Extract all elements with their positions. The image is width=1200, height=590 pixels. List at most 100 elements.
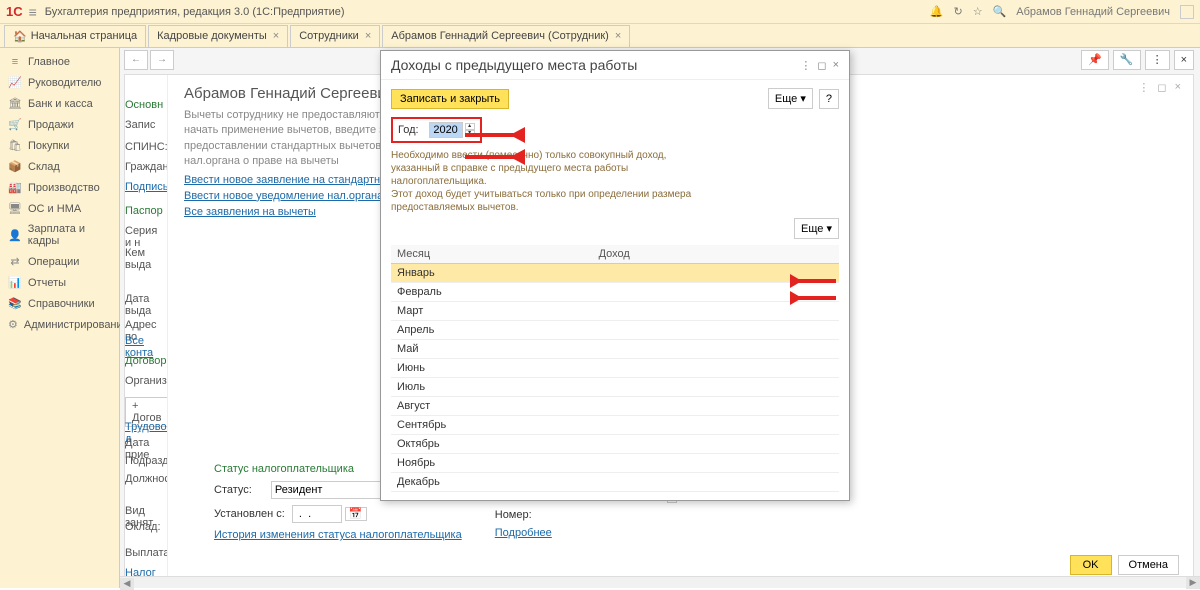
table-row[interactable]: Январь — [391, 264, 839, 283]
income-cell[interactable] — [593, 359, 839, 378]
history-icon[interactable]: ↻ — [953, 5, 962, 18]
sidebar-item[interactable]: ⚙Администрирование — [0, 314, 119, 335]
close-icon[interactable]: × — [365, 30, 371, 42]
table-row[interactable]: Ноябрь — [391, 454, 839, 473]
ok-button[interactable]: OK — [1070, 555, 1112, 575]
kebab-icon[interactable]: ⋮ — [1138, 81, 1149, 94]
user-name[interactable]: Абрамов Геннадий Сергеевич — [1016, 6, 1170, 18]
table-row[interactable]: Декабрь — [391, 473, 839, 492]
month-cell: Август — [391, 397, 593, 416]
label-org: Организа — [125, 375, 173, 387]
income-cell[interactable] — [593, 416, 839, 435]
close-icon[interactable]: × — [615, 30, 621, 42]
nav-label: ОС и НМА — [28, 203, 81, 215]
nav-label: Администрирование — [24, 319, 129, 331]
heading-dogovor: Договор — [125, 355, 167, 367]
hamburger-icon[interactable]: ≡ — [29, 4, 37, 20]
income-cell[interactable] — [593, 321, 839, 340]
search-icon[interactable]: 🔍 — [993, 5, 1007, 18]
bell-icon[interactable]: 🔔 — [930, 5, 944, 18]
table-more-button[interactable]: Еще ▾ — [794, 218, 839, 239]
month-cell: Июль — [391, 378, 593, 397]
calendar-icon[interactable]: 📅 — [345, 507, 367, 521]
cancel-button[interactable]: Отмена — [1118, 555, 1179, 575]
window-icon[interactable]: ◻ — [817, 59, 826, 72]
table-row[interactable]: Июль — [391, 378, 839, 397]
income-cell[interactable] — [593, 473, 839, 492]
nav-label: Продажи — [28, 119, 74, 131]
label-vyplata: Выплата: — [125, 547, 173, 559]
close-icon[interactable]: × — [833, 59, 839, 71]
month-cell: Февраль — [391, 283, 593, 302]
sidebar-item[interactable]: 🏛Банк и касса — [0, 93, 119, 114]
link-podrobnee[interactable]: Подробнее — [495, 527, 552, 539]
table-row[interactable]: Август — [391, 397, 839, 416]
label-seria: Серия и н — [125, 225, 157, 249]
link-all-ded[interactable]: Все заявления на вычеты — [184, 206, 316, 218]
table-row[interactable]: Май — [391, 340, 839, 359]
sidebar-item[interactable]: 📦Склад — [0, 156, 119, 177]
nav-label: Покупки — [28, 140, 69, 152]
link-signature[interactable]: Подпись — [125, 181, 169, 193]
wrench-icon[interactable]: 🔧 — [1113, 50, 1141, 70]
table-row[interactable]: Февраль — [391, 283, 839, 302]
link-history[interactable]: История изменения статуса налогоплательщ… — [214, 529, 462, 541]
nav-back-button[interactable]: ← — [124, 50, 148, 70]
save-close-button[interactable]: Записать и закрыть — [391, 89, 509, 109]
kebab-icon[interactable]: ⋮ — [800, 59, 811, 72]
close-icon[interactable]: × — [1174, 50, 1194, 70]
tab-kadr[interactable]: Кадровые документы × — [148, 25, 288, 47]
income-cell[interactable] — [593, 397, 839, 416]
more-button[interactable]: Еще ▾ — [768, 88, 813, 109]
sidebar-item[interactable]: 🖥ОС и НМА — [0, 198, 119, 219]
sidebar-item[interactable]: ⇄Операции — [0, 251, 119, 272]
sidebar-item[interactable]: 📚Справочники — [0, 293, 119, 314]
h-scrollbar[interactable]: ◀ ▶ — [120, 576, 1200, 588]
table-row[interactable]: Сентябрь — [391, 416, 839, 435]
table-row[interactable]: Июнь — [391, 359, 839, 378]
sidebar-item[interactable]: 📊Отчеты — [0, 272, 119, 293]
more-menu-icon[interactable]: ⋮ — [1145, 50, 1170, 70]
table-row[interactable]: Октябрь — [391, 435, 839, 454]
tab-home[interactable]: 🏠 Начальная страница — [4, 25, 146, 47]
nav-fwd-button[interactable]: → — [150, 50, 174, 70]
sidebar-item[interactable]: 🛒Продажи — [0, 114, 119, 135]
scroll-right-icon[interactable]: ▶ — [1186, 577, 1200, 589]
help-button[interactable]: ? — [819, 89, 839, 109]
pin-icon[interactable]: 📌 — [1081, 50, 1109, 70]
sidebar-item[interactable]: 🛍Покупки — [0, 135, 119, 156]
year-input[interactable] — [429, 122, 463, 138]
table-row[interactable]: Апрель — [391, 321, 839, 340]
date-input[interactable] — [292, 505, 342, 523]
income-cell[interactable] — [593, 454, 839, 473]
heading-passport: Паспор — [125, 205, 163, 217]
minimize-icon[interactable] — [1180, 5, 1194, 19]
app-topbar: 1С ≡ Бухгалтерия предприятия, редакция 3… — [0, 0, 1200, 24]
tab-home-label: Начальная страница — [31, 30, 137, 42]
modal-title: Доходы с предыдущего места работы — [391, 57, 794, 73]
sidebar: ≡Главное📈Руководителю🏛Банк и касса🛒Прода… — [0, 48, 120, 588]
income-cell[interactable] — [593, 435, 839, 454]
sidebar-item[interactable]: ≡Главное — [0, 52, 119, 72]
tab-osnovn[interactable]: Основн — [125, 99, 163, 111]
star-icon[interactable]: ☆ — [973, 5, 983, 18]
tab-sotr[interactable]: Сотрудники × — [290, 25, 380, 47]
sidebar-item[interactable]: 🏭 Производство — [0, 177, 119, 198]
window-icon[interactable]: ◻ — [1157, 81, 1166, 94]
tab-sotrudnik[interactable]: Абрамов Геннадий Сергеевич (Сотрудник) × — [382, 25, 630, 47]
nav-label: Производство — [28, 182, 100, 194]
close-icon[interactable]: × — [273, 30, 279, 42]
status-input[interactable] — [271, 481, 381, 499]
save-close-button[interactable]: Запис — [125, 119, 155, 131]
month-cell: Ноябрь — [391, 454, 593, 473]
nav-icon: 🏭 — [8, 181, 22, 194]
label-ust: Установлен с: — [214, 508, 285, 520]
sidebar-item[interactable]: 📈Руководителю — [0, 72, 119, 93]
income-cell[interactable] — [593, 378, 839, 397]
scroll-left-icon[interactable]: ◀ — [120, 578, 134, 590]
sidebar-item[interactable]: 👤Зарплата и кадры — [0, 219, 119, 251]
close-icon[interactable]: × — [1175, 81, 1181, 94]
income-cell[interactable] — [593, 340, 839, 359]
table-row[interactable]: Март — [391, 302, 839, 321]
nav-icon: 📦 — [8, 160, 22, 173]
